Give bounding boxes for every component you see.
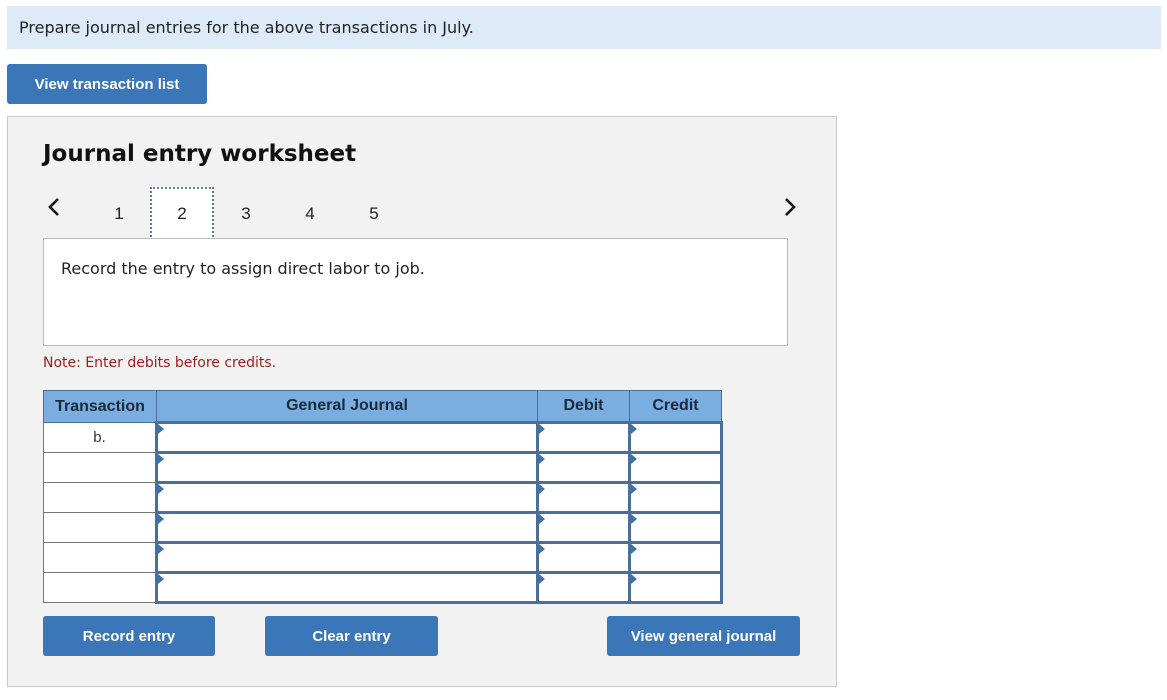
input-marker-icon: [539, 574, 545, 584]
credit-field[interactable]: [628, 541, 723, 574]
credit-field[interactable]: [628, 481, 723, 514]
transaction-cell: b.: [43, 422, 157, 453]
step-tab-1[interactable]: 1: [87, 187, 151, 241]
input-marker-icon: [539, 514, 545, 524]
next-step-button[interactable]: [778, 193, 802, 221]
table-row: [43, 541, 723, 574]
entry-description: Record the entry to assign direct labor …: [61, 259, 425, 278]
input-marker-icon: [631, 544, 637, 554]
debit-field[interactable]: [536, 481, 631, 514]
account-field[interactable]: [155, 511, 539, 544]
worksheet-title: Journal entry worksheet: [43, 141, 357, 167]
input-marker-icon: [539, 454, 545, 464]
input-marker-icon: [539, 484, 545, 494]
input-marker-icon: [158, 514, 164, 524]
input-marker-icon: [158, 544, 164, 554]
debit-credit-note: Note: Enter debits before credits.: [43, 355, 277, 371]
account-field[interactable]: [155, 421, 539, 454]
entry-description-box: Record the entry to assign direct labor …: [43, 238, 788, 346]
input-marker-icon: [158, 574, 164, 584]
header-general-journal: General Journal: [156, 390, 538, 423]
table-row: [43, 451, 723, 484]
transaction-cell: [43, 542, 157, 573]
instruction-text: Prepare journal entries for the above tr…: [19, 18, 474, 37]
step-tab-3[interactable]: 3: [214, 187, 278, 241]
transaction-cell: [43, 512, 157, 543]
previous-step-button[interactable]: [42, 193, 66, 221]
credit-field[interactable]: [628, 571, 723, 604]
debit-field[interactable]: [536, 571, 631, 604]
header-transaction: Transaction: [43, 390, 157, 423]
header-debit: Debit: [537, 390, 630, 423]
view-transaction-list-button[interactable]: View transaction list: [7, 64, 207, 104]
journal-entry-worksheet-panel: Journal entry worksheet 1 2 3 4 5 Record…: [7, 116, 837, 687]
input-marker-icon: [631, 454, 637, 464]
credit-field[interactable]: [628, 421, 723, 454]
step-label: 5: [369, 204, 379, 223]
input-marker-icon: [631, 484, 637, 494]
instruction-banner: Prepare journal entries for the above tr…: [7, 6, 1161, 49]
table-header-row: Transaction General Journal Debit Credit: [43, 390, 722, 423]
clear-entry-button[interactable]: Clear entry: [265, 616, 438, 656]
step-label: 4: [305, 204, 315, 223]
debit-field[interactable]: [536, 451, 631, 484]
step-label: 2: [177, 204, 187, 223]
input-marker-icon: [631, 574, 637, 584]
view-general-journal-button[interactable]: View general journal: [607, 616, 800, 656]
debit-field[interactable]: [536, 511, 631, 544]
input-marker-icon: [158, 424, 164, 434]
record-entry-button[interactable]: Record entry: [43, 616, 215, 656]
step-tab-2[interactable]: 2: [150, 187, 214, 241]
transaction-cell: [43, 482, 157, 513]
table-row: [43, 511, 723, 544]
account-field[interactable]: [155, 571, 539, 604]
transaction-cell: [43, 572, 157, 603]
chevron-right-icon: [785, 198, 796, 216]
credit-field[interactable]: [628, 451, 723, 484]
account-field[interactable]: [155, 451, 539, 484]
input-marker-icon: [539, 424, 545, 434]
header-credit: Credit: [629, 390, 722, 423]
debit-field[interactable]: [536, 541, 631, 574]
chevron-left-icon: [48, 198, 59, 216]
input-marker-icon: [158, 484, 164, 494]
step-label: 3: [241, 204, 251, 223]
step-tab-4[interactable]: 4: [278, 187, 342, 241]
input-marker-icon: [158, 454, 164, 464]
input-marker-icon: [631, 424, 637, 434]
journal-entry-table: Transaction General Journal Debit Credit…: [43, 390, 723, 604]
account-field[interactable]: [155, 541, 539, 574]
input-marker-icon: [631, 514, 637, 524]
debit-field[interactable]: [536, 421, 631, 454]
table-row: [43, 481, 723, 514]
input-marker-icon: [539, 544, 545, 554]
table-row: b.: [43, 421, 723, 454]
step-label: 1: [114, 204, 124, 223]
transaction-cell: [43, 452, 157, 483]
table-row: [43, 571, 723, 604]
step-tab-5[interactable]: 5: [342, 187, 406, 241]
account-field[interactable]: [155, 481, 539, 514]
credit-field[interactable]: [628, 511, 723, 544]
